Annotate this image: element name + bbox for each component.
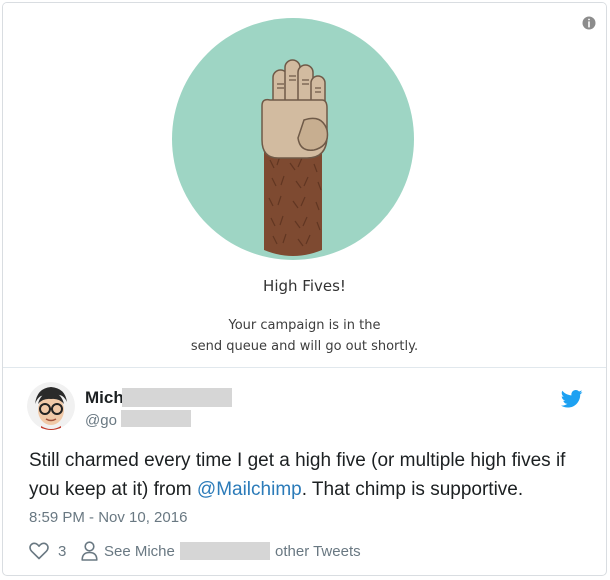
like-count[interactable]: 3 [58, 543, 66, 560]
confirmation-message-line2: send queue and will go out shortly. [190, 339, 419, 354]
info-icon[interactable] [582, 16, 596, 30]
high-five-hand-icon [172, 18, 414, 260]
tweet-timestamp[interactable]: 8:59 PM - Nov 10, 2016 [29, 509, 187, 526]
tweet-embed-card: High Fives! Your campaign is in the send… [2, 2, 607, 576]
tweet-text-end: . That chimp is supportive. [301, 479, 524, 500]
confirmation-message-line1: Your campaign is in the [228, 318, 381, 333]
heart-icon[interactable] [29, 542, 49, 560]
avatar-image [27, 382, 75, 430]
author-handle[interactable]: @go [85, 412, 117, 429]
campaign-confirmation-image[interactable]: High Fives! Your campaign is in the send… [3, 3, 606, 367]
mention-link[interactable]: @Mailchimp [197, 479, 302, 500]
divider [3, 367, 606, 368]
confirmation-message: Your campaign is in the send queue and w… [3, 315, 606, 357]
see-other-tweets-link[interactable]: See Miche [104, 543, 175, 560]
redacted-name [122, 388, 232, 407]
tweet-text: Still charmed every time I get a high fi… [29, 446, 599, 504]
redacted-handle [121, 410, 191, 427]
author-name[interactable]: Mich [85, 388, 124, 408]
avatar[interactable] [27, 382, 75, 430]
other-tweets-link[interactable]: other Tweets [275, 543, 361, 560]
confirmation-title: High Fives! [263, 277, 346, 295]
redacted-see-name [180, 542, 270, 560]
person-icon [81, 541, 98, 561]
twitter-bird-icon[interactable] [561, 390, 583, 408]
